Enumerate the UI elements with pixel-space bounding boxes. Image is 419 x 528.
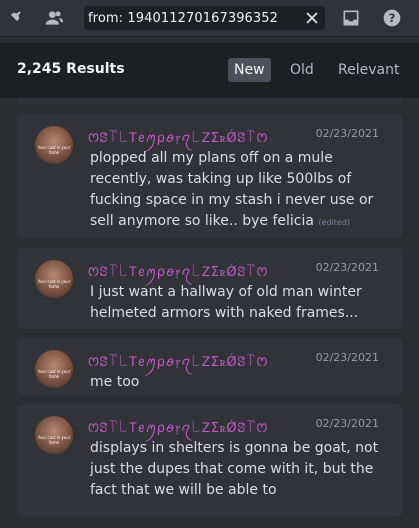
timestamp: 02/23/2021: [315, 127, 379, 140]
avatar-caption: Your cost is your fame: [37, 145, 71, 155]
tab-old[interactable]: Old: [284, 58, 320, 82]
avatar[interactable]: Your cost is your fame: [35, 126, 73, 164]
timestamp: 02/23/2021: [315, 261, 379, 274]
avatar-caption: Your cost is your fame: [37, 279, 71, 289]
help-icon[interactable]: ?: [382, 8, 402, 28]
message-text: I just want a hallway of old man winter …: [90, 284, 362, 321]
avatar-caption: Your cost is your fame: [37, 435, 71, 445]
avatar[interactable]: Your cost is your fame: [35, 260, 73, 298]
search-result[interactable]: Your cost is your fame ꯁꗟ꓅꒒Ꭲꫀꪑρꪮ᥅ꪖ꒒ᏃΣꭱǾꗟ…: [17, 338, 403, 395]
tab-new[interactable]: New: [228, 58, 271, 82]
inbox-icon[interactable]: [341, 8, 361, 28]
pin-icon[interactable]: [4, 8, 24, 28]
search-result[interactable]: Your cost is your fame ꯁꗟ꓅꒒Ꭲꫀꪑρꪮ᥅ꪖ꒒ᏃΣꭱǾꗟ…: [17, 404, 403, 517]
avatar[interactable]: Your cost is your fame: [35, 416, 73, 454]
search-result[interactable]: Your cost is your fame ꯁꗟ꓅꒒Ꭲꫀꪑρꪮ᥅ꪖ꒒ᏃΣꭱǾꗟ…: [17, 248, 403, 329]
results-count: 2,245 Results: [17, 61, 125, 77]
top-toolbar: from: 194011270167396352 ?: [0, 0, 419, 37]
avatar[interactable]: Your cost is your fame: [35, 350, 73, 388]
search-result[interactable]: Your cost is your fame ꯁꗟ꓅꒒Ꭲꫀꪑρꪮ᥅ꪖ꒒ᏃΣꭱǾꗟ…: [17, 114, 403, 238]
message-content: plopped all my plans off on a mule recen…: [90, 148, 390, 233]
edited-label: (edited): [318, 218, 351, 227]
search-query: from: 194011270167396352: [88, 10, 279, 26]
members-icon[interactable]: [44, 8, 64, 28]
search-results-header: 2,245 Results New Old Relevant: [0, 43, 419, 98]
timestamp: 02/23/2021: [315, 417, 379, 430]
svg-text:?: ?: [389, 11, 396, 25]
search-input[interactable]: from: 194011270167396352: [84, 6, 325, 30]
avatar-caption: Your cost is your fame: [37, 369, 71, 379]
previous-result-edge: [17, 98, 403, 104]
timestamp: 02/23/2021: [315, 351, 379, 364]
tab-relevant[interactable]: Relevant: [332, 58, 405, 82]
message-text: me too: [90, 374, 140, 390]
close-icon[interactable]: [306, 12, 318, 24]
message-text: displays in shelters is gonna be goat, n…: [90, 440, 379, 498]
